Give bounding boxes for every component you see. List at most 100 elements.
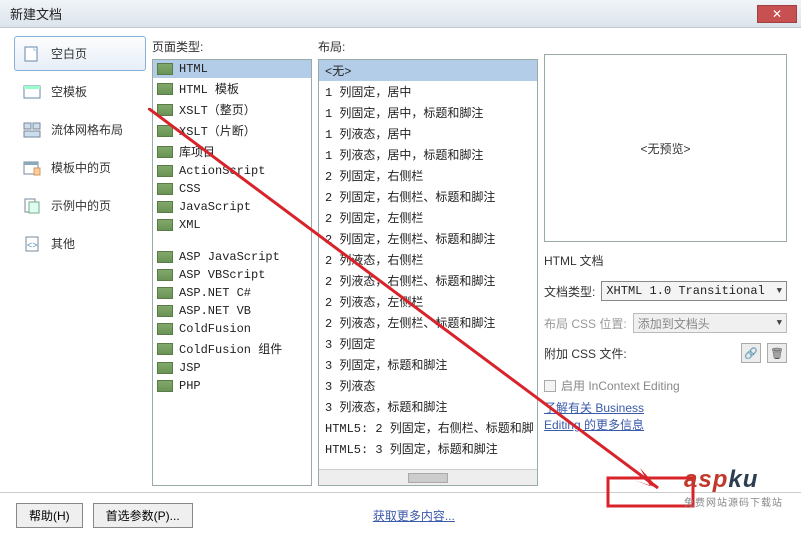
pagetype-item[interactable]: XSLT（整页） bbox=[153, 99, 311, 120]
svg-text:<>: <> bbox=[27, 240, 38, 250]
file-icon bbox=[157, 63, 173, 75]
file-icon bbox=[157, 83, 173, 95]
attach-css-remove-button[interactable]: 🗑 bbox=[767, 343, 787, 363]
pagetype-item[interactable]: HTML 模板 bbox=[153, 78, 311, 99]
layout-item[interactable]: 2 列液态，左侧栏、标题和脚注 bbox=[319, 312, 537, 333]
layout-listbox[interactable]: <无> 1 列固定，居中 1 列固定，居中，标题和脚注 1 列液态，居中 1 列… bbox=[318, 59, 538, 486]
pagetype-listbox[interactable]: HTML HTML 模板 XSLT（整页） XSLT（片断） 库项目 Actio… bbox=[152, 59, 312, 486]
layout-item[interactable]: 1 列液态，居中，标题和脚注 bbox=[319, 144, 537, 165]
incontext-row: 启用 InContext Editing bbox=[544, 377, 787, 394]
title-bar: 新建文档 ✕ bbox=[0, 0, 801, 28]
file-icon bbox=[157, 104, 173, 116]
chevron-down-icon: ▼ bbox=[777, 286, 782, 296]
file-icon bbox=[157, 125, 173, 137]
pagetype-item[interactable]: ASP JavaScript bbox=[153, 248, 311, 266]
file-icon bbox=[157, 269, 173, 281]
pagetype-item[interactable]: XML bbox=[153, 216, 311, 234]
file-icon bbox=[157, 219, 173, 231]
layout-item[interactable]: HTML5: 2 列固定，右侧栏、标题和脚 bbox=[319, 417, 537, 438]
close-button[interactable]: ✕ bbox=[757, 5, 797, 23]
pagetype-item[interactable]: ASP.NET C# bbox=[153, 284, 311, 302]
attach-css-row: 附加 CSS 文件: 🔗 🗑 bbox=[544, 343, 787, 363]
layout-item[interactable]: 3 列液态 bbox=[319, 375, 537, 396]
file-icon bbox=[157, 146, 173, 158]
attach-css-label: 附加 CSS 文件: bbox=[544, 345, 627, 362]
blank-template-icon bbox=[23, 84, 41, 100]
layout-item[interactable]: 2 列液态，右侧栏、标题和脚注 bbox=[319, 270, 537, 291]
pagetype-item[interactable]: HTML bbox=[153, 60, 311, 78]
sidebar-item-label: 示例中的页 bbox=[51, 197, 111, 214]
pagetype-item[interactable]: ColdFusion bbox=[153, 320, 311, 338]
layout-item[interactable]: 2 列液态，右侧栏 bbox=[319, 249, 537, 270]
sidebar-item-blank-template[interactable]: 空模板 bbox=[14, 74, 146, 109]
sidebar-item-label: 流体网格布局 bbox=[51, 121, 123, 138]
attach-css-link-button[interactable]: 🔗 bbox=[741, 343, 761, 363]
file-icon bbox=[157, 251, 173, 263]
layout-item[interactable]: <无> bbox=[319, 60, 537, 81]
sidebar-item-blank-page[interactable]: 空白页 bbox=[14, 36, 146, 71]
layout-header: 布局: bbox=[318, 36, 538, 59]
csspos-dropdown: 添加到文档头 ▼ bbox=[633, 313, 787, 333]
more-content-link[interactable]: 获取更多内容... bbox=[373, 507, 455, 524]
page-from-sample-icon bbox=[23, 198, 41, 214]
link-icon: 🔗 bbox=[744, 347, 758, 360]
layout-item[interactable]: 2 列液态，左侧栏 bbox=[319, 291, 537, 312]
pagetype-item[interactable]: ASP VBScript bbox=[153, 266, 311, 284]
sidebar-item-page-from-template[interactable]: 模板中的页 bbox=[14, 150, 146, 185]
file-icon bbox=[157, 183, 173, 195]
file-icon bbox=[157, 287, 173, 299]
prefs-button[interactable]: 首选参数(P)... bbox=[93, 503, 193, 528]
layout-item[interactable]: 3 列固定，标题和脚注 bbox=[319, 354, 537, 375]
sidebar-item-label: 空白页 bbox=[51, 45, 87, 62]
sidebar-item-fluid-grid[interactable]: 流体网格布局 bbox=[14, 112, 146, 147]
incontext-link[interactable]: 了解有关 Business Editing 的更多信息 bbox=[544, 400, 787, 434]
layout-item[interactable]: 2 列固定，右侧栏、标题和脚注 bbox=[319, 186, 537, 207]
file-icon bbox=[157, 201, 173, 213]
preview-placeholder: <无预览> bbox=[640, 140, 690, 157]
layout-item[interactable]: 3 列固定 bbox=[319, 333, 537, 354]
incontext-checkbox[interactable] bbox=[544, 380, 556, 392]
preview-description: HTML 文档 bbox=[544, 252, 787, 269]
pagetype-item[interactable]: ColdFusion 组件 bbox=[153, 338, 311, 359]
layout-item[interactable]: 1 列液态，居中 bbox=[319, 123, 537, 144]
file-icon bbox=[157, 305, 173, 317]
blank-page-icon bbox=[23, 46, 41, 62]
chevron-down-icon: ▼ bbox=[777, 318, 782, 328]
trash-icon: 🗑 bbox=[770, 347, 784, 360]
page-from-template-icon bbox=[23, 160, 41, 176]
sidebar-item-label: 模板中的页 bbox=[51, 159, 111, 176]
help-button[interactable]: 帮助(H) bbox=[16, 503, 83, 528]
pagetype-column: 页面类型: HTML HTML 模板 XSLT（整页） XSLT（片断） 库项目… bbox=[152, 36, 312, 486]
doctype-dropdown[interactable]: XHTML 1.0 Transitional ▼ bbox=[601, 281, 787, 301]
sidebar-item-label: 其他 bbox=[51, 235, 75, 252]
right-column: <无预览> HTML 文档 文档类型: XHTML 1.0 Transition… bbox=[544, 36, 787, 486]
pagetype-item[interactable]: 库项目 bbox=[153, 141, 311, 162]
watermark: aspku 免费网站源码下载站 bbox=[684, 466, 783, 509]
layout-item[interactable]: HTML5: 3 列固定，标题和脚注 bbox=[319, 438, 537, 459]
layout-item[interactable]: 2 列固定，右侧栏 bbox=[319, 165, 537, 186]
pagetype-item[interactable]: XSLT（片断） bbox=[153, 120, 311, 141]
doctype-row: 文档类型: XHTML 1.0 Transitional ▼ bbox=[544, 281, 787, 301]
pagetype-item[interactable]: PHP bbox=[153, 377, 311, 395]
pagetype-item[interactable]: JavaScript bbox=[153, 198, 311, 216]
incontext-label: 启用 InContext Editing bbox=[561, 377, 680, 394]
pagetype-header: 页面类型: bbox=[152, 36, 312, 59]
csspos-label: 布局 CSS 位置: bbox=[544, 315, 627, 332]
window-title: 新建文档 bbox=[10, 4, 62, 23]
horizontal-scrollbar[interactable] bbox=[319, 469, 537, 485]
pagetype-item[interactable]: ASP.NET VB bbox=[153, 302, 311, 320]
sidebar-item-page-from-sample[interactable]: 示例中的页 bbox=[14, 188, 146, 223]
pagetype-item[interactable]: CSS bbox=[153, 180, 311, 198]
layout-item[interactable]: 1 列固定，居中，标题和脚注 bbox=[319, 102, 537, 123]
fluid-grid-icon bbox=[23, 122, 41, 138]
sidebar-item-other[interactable]: <> 其他 bbox=[14, 226, 146, 261]
layout-item[interactable]: 1 列固定，居中 bbox=[319, 81, 537, 102]
layout-item[interactable]: 2 列固定，左侧栏、标题和脚注 bbox=[319, 228, 537, 249]
pagetype-item[interactable]: ActionScript bbox=[153, 162, 311, 180]
layout-item[interactable]: 3 列液态，标题和脚注 bbox=[319, 396, 537, 417]
layout-item[interactable]: 2 列固定，左侧栏 bbox=[319, 207, 537, 228]
file-icon bbox=[157, 380, 173, 392]
layout-column: 布局: <无> 1 列固定，居中 1 列固定，居中，标题和脚注 1 列液态，居中… bbox=[318, 36, 538, 486]
file-icon bbox=[157, 323, 173, 335]
pagetype-item[interactable]: JSP bbox=[153, 359, 311, 377]
